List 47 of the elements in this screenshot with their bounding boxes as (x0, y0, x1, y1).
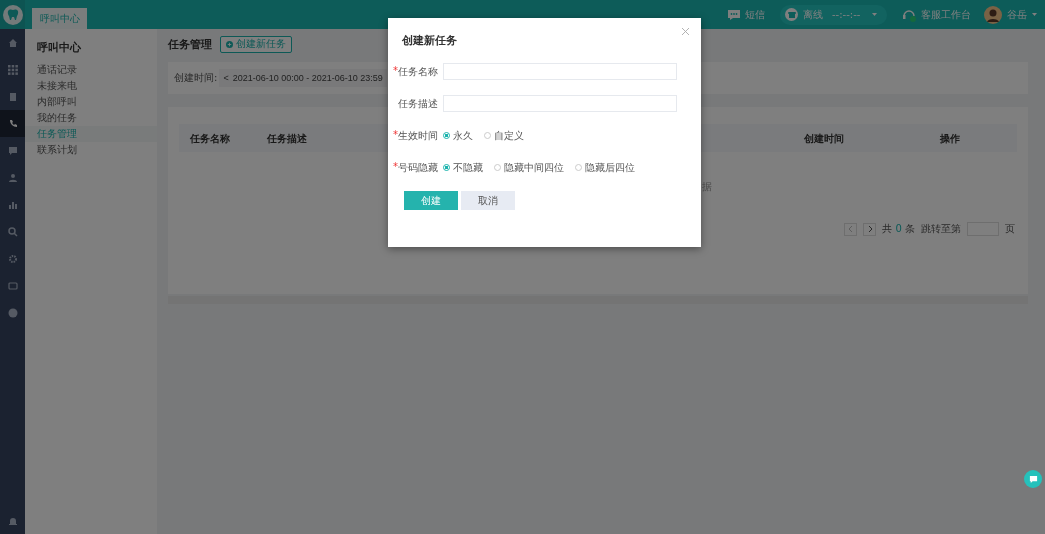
sidebar-item[interactable]: 联系计划 (25, 142, 157, 158)
feedback-button[interactable] (1024, 470, 1042, 488)
filter-label: 创建时间: (174, 71, 218, 85)
close-icon[interactable] (682, 28, 689, 35)
caret-icon[interactable] (1032, 13, 1037, 16)
sidebar-item[interactable]: 内部呼叫 (25, 94, 157, 110)
sidebar-item[interactable]: 未接来电 (25, 78, 157, 94)
field-label: *号码隐藏 (392, 160, 438, 175)
next-page-icon[interactable] (863, 222, 877, 236)
sidebar-item[interactable]: 任务管理 (25, 126, 157, 142)
cancel-button[interactable]: 取消 (461, 191, 515, 210)
radio-option[interactable]: 不隐藏 (443, 160, 483, 175)
total-count: 共 0 条 (882, 222, 915, 236)
sms-label[interactable]: 短信 (745, 7, 765, 22)
date-range-field[interactable]: < 2021-06-10 00:00 - 2021-06-10 23:59 (219, 69, 387, 87)
field-label: 任务描述 (397, 96, 438, 111)
dialog-title: 创建新任务 (402, 33, 458, 48)
avatar-icon[interactable] (984, 5, 1002, 24)
page-title: 任务管理 (168, 37, 212, 52)
create-task-button[interactable]: 创建新任务 (220, 36, 292, 53)
jump-label: 跳转至第 (921, 222, 961, 236)
sidebar-item[interactable]: 通话记录 (25, 62, 157, 78)
radio-option[interactable]: 自定义 (484, 128, 524, 143)
column-header: 创建时间 (804, 132, 844, 146)
input-field[interactable] (443, 63, 677, 80)
sidebar-title: 呼叫中心 (36, 40, 82, 56)
sidebar-item[interactable]: 我的任务 (25, 110, 157, 126)
create-button[interactable]: 创建 (404, 191, 458, 210)
field-label: *生效时间 (392, 128, 438, 143)
chat-icon (1028, 474, 1038, 484)
caret-icon[interactable] (872, 13, 877, 16)
column-header: 操作 (940, 132, 960, 146)
workbench-link[interactable]: 客服工作台 (921, 7, 971, 22)
radio-option[interactable]: 隐藏后四位 (575, 160, 635, 175)
radio-option[interactable]: 永久 (443, 128, 473, 143)
page-unit-label: 页 (1005, 222, 1015, 236)
previous-page-icon[interactable] (844, 222, 858, 236)
message-icon[interactable] (728, 9, 740, 20)
plus-icon (226, 41, 233, 48)
field-label: *任务名称 (392, 64, 438, 79)
module-tab[interactable]: 呼叫中心 (32, 8, 87, 29)
headset-icon[interactable] (902, 7, 916, 22)
user-menu[interactable]: 谷岳 (1007, 7, 1027, 22)
input-field[interactable] (443, 95, 677, 112)
column-header: 任务描述 (267, 132, 307, 146)
radio-option[interactable]: 隐藏中间四位 (494, 160, 564, 175)
column-header: 任务名称 (190, 132, 230, 146)
